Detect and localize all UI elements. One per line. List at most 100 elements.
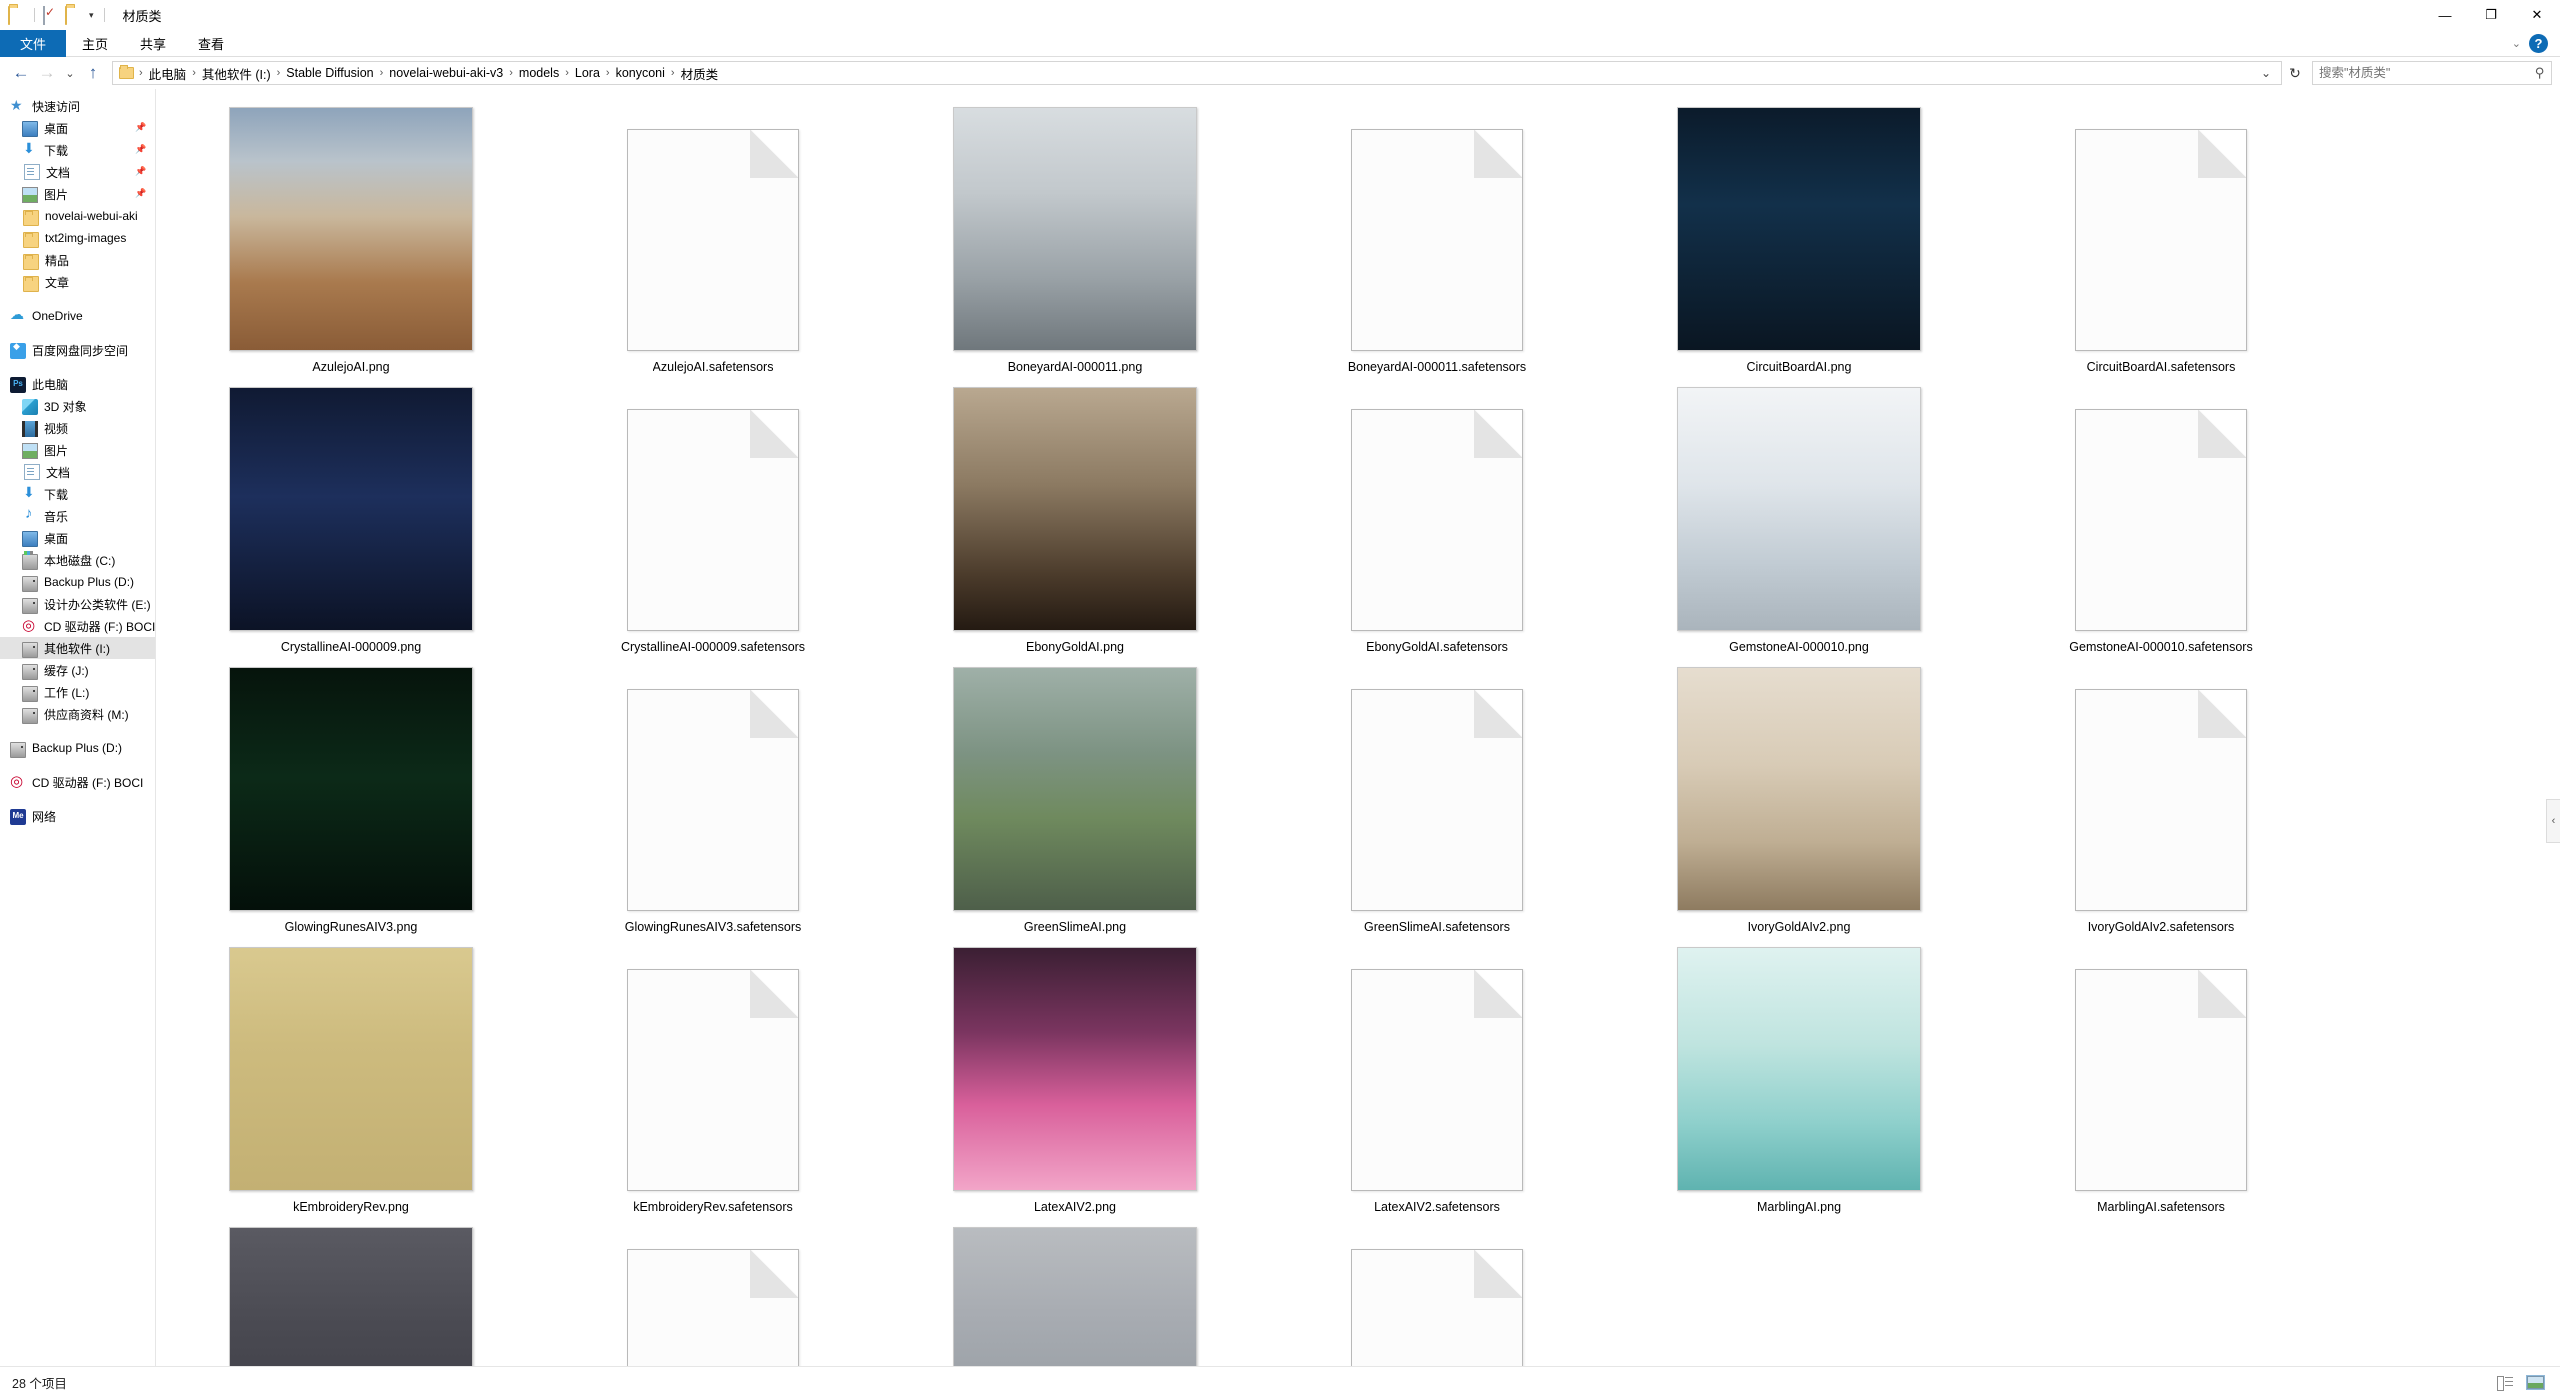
file-tile[interactable]: kEmbroideryRev.png [170,943,532,1223]
breadcrumb-novelai-webui[interactable]: novelai-webui-aki-v3 [385,64,507,82]
tab-share[interactable]: 共享 [124,30,182,57]
file-tile[interactable]: CrystallineAI-000009.safetensors [532,383,894,663]
sidebar-item-11[interactable]: Ps 此电脑 [0,373,155,395]
search-input[interactable] [2319,66,2536,80]
sidebar-item-22[interactable]: CD 驱动器 (F:) BOCI [0,615,155,637]
breadcrumb-separator[interactable]: › [669,67,677,79]
refresh-button[interactable]: ↻ [2282,61,2308,85]
sidebar-item-29[interactable]: Me 网络 [0,805,155,827]
back-button[interactable]: ← [8,60,34,86]
file-tile[interactable]: CircuitBoardAI.png [1618,103,1980,383]
thumbnails-view-button[interactable] [2522,1371,2548,1395]
collapse-pane-handle[interactable]: ‹ [2546,799,2560,843]
breadcrumb-separator[interactable]: › [507,67,515,79]
pin-icon[interactable]: 📌 [135,122,146,133]
sidebar-item-17[interactable]: 音乐 [0,505,155,527]
sidebar-item-10[interactable]: 百度网盘同步空间 [0,339,155,361]
sidebar-item-19[interactable]: 本地磁盘 (C:) [0,549,155,571]
file-tile[interactable]: WhiteSlimeAI.safetensors [1256,1223,1618,1366]
search-icon[interactable]: ⚲ [2535,65,2545,81]
sidebar-item-5[interactable]: novelai-webui-aki [0,205,155,227]
address-bar[interactable]: › 此电脑 › 其他软件 (I:) › Stable Diffusion › n… [112,61,2282,85]
expand-ribbon-icon[interactable]: ⌄ [2512,37,2521,50]
file-tile[interactable]: GemstoneAI-000010.png [1618,383,1980,663]
tab-view[interactable]: 查看 [182,30,240,57]
sidebar-item-28[interactable]: CD 驱动器 (F:) BOCI [0,771,155,793]
file-tile[interactable]: GlowingRunesAIV3.safetensors [532,663,894,943]
sidebar-item-7[interactable]: 精品 [0,249,155,271]
breadcrumb-this-pc[interactable]: 此电脑 [145,62,191,85]
sidebar-item-3[interactable]: 文档 📌 [0,161,155,183]
file-tile[interactable]: AzulejoAI.safetensors [532,103,894,383]
sidebar-item-23[interactable]: 其他软件 (I:) [0,637,155,659]
help-icon[interactable]: ? [2529,33,2548,53]
minimize-button[interactable]: — [2422,0,2468,30]
pin-icon[interactable]: 📌 [135,188,146,199]
file-tile[interactable]: StainedGlassAI-000006.png [170,1223,532,1366]
sidebar-item-8[interactable]: 文章 [0,271,155,293]
file-tile[interactable]: EbonyGoldAI.png [894,383,1256,663]
chevron-down-icon[interactable]: ▾ [87,10,96,21]
tab-home[interactable]: 主页 [66,30,124,57]
search-box[interactable]: ⚲ [2312,61,2552,85]
address-history-chevron-down-icon[interactable]: ⌄ [2255,62,2277,84]
pin-icon[interactable]: 📌 [135,166,146,177]
sidebar-item-14[interactable]: 图片 [0,439,155,461]
breadcrumb-separator[interactable]: › [190,67,198,79]
file-tile[interactable]: CircuitBoardAI.safetensors [1980,103,2342,383]
sidebar-item-20[interactable]: Backup Plus (D:) [0,571,155,593]
file-tile[interactable]: StainedGlassAI-000006.safetensors [532,1223,894,1366]
file-tile[interactable]: IvoryGoldAIv2.safetensors [1980,663,2342,943]
file-tile[interactable]: LatexAIV2.safetensors [1256,943,1618,1223]
breadcrumb-separator[interactable]: › [604,67,612,79]
file-tile[interactable]: BoneyardAI-000011.safetensors [1256,103,1618,383]
sidebar-item-4[interactable]: 图片 📌 [0,183,155,205]
sidebar-item-18[interactable]: 桌面 [0,527,155,549]
pin-icon[interactable]: 📌 [135,144,146,155]
sidebar-item-27[interactable]: Backup Plus (D:) [0,737,155,759]
breadcrumb-models[interactable]: models [515,64,563,82]
file-list-pane[interactable]: AzulejoAI.png AzulejoAI.safetensors Boneya… [156,89,2560,1366]
sidebar-item-2[interactable]: 下载 📌 [0,139,155,161]
sidebar-item-25[interactable]: 工作 (L:) [0,681,155,703]
sidebar-item-6[interactable]: txt2img-images [0,227,155,249]
details-view-button[interactable] [2492,1371,2518,1395]
breadcrumb-current-folder[interactable]: 材质类 [677,62,723,85]
sidebar-item-1[interactable]: 桌面 📌 [0,117,155,139]
file-tile[interactable]: GemstoneAI-000010.safetensors [1980,383,2342,663]
file-tile[interactable]: MarblingAI.safetensors [1980,943,2342,1223]
sidebar-item-0[interactable]: 快速访问 [0,95,155,117]
file-tile[interactable]: BoneyardAI-000011.png [894,103,1256,383]
file-tile[interactable]: GreenSlimeAI.safetensors [1256,663,1618,943]
file-tile[interactable]: AzulejoAI.png [170,103,532,383]
breadcrumb-lora[interactable]: Lora [571,64,604,82]
new-folder-icon[interactable] [65,6,83,25]
breadcrumb-separator[interactable]: › [275,67,283,79]
sidebar-item-15[interactable]: 文档 [0,461,155,483]
file-tile[interactable]: kEmbroideryRev.safetensors [532,943,894,1223]
file-tile[interactable]: LatexAIV2.png [894,943,1256,1223]
properties-icon[interactable] [43,6,61,25]
up-button[interactable]: ↑ [80,60,106,86]
file-tile[interactable]: IvoryGoldAIv2.png [1618,663,1980,943]
breadcrumb-separator[interactable]: › [563,67,571,79]
breadcrumb-separator[interactable]: › [378,67,386,79]
tab-file[interactable]: 文件 [0,30,67,57]
sidebar-item-26[interactable]: 供应商资料 (M:) [0,703,155,725]
sidebar-item-21[interactable]: 设计办公类软件 (E:) [0,593,155,615]
file-tile[interactable]: GlowingRunesAIV3.png [170,663,532,943]
sidebar-item-13[interactable]: 视频 [0,417,155,439]
breadcrumb-stable-diffusion[interactable]: Stable Diffusion [282,64,377,82]
file-tile[interactable]: EbonyGoldAI.safetensors [1256,383,1618,663]
maximize-button[interactable]: ❐ [2468,0,2514,30]
sidebar-item-12[interactable]: 3D 对象 [0,395,155,417]
file-tile[interactable]: WhiteSlimeAI.png [894,1223,1256,1366]
sidebar-item-24[interactable]: 缓存 (J:) [0,659,155,681]
recent-locations-icon[interactable]: ⌄ [60,60,80,86]
file-tile[interactable]: GreenSlimeAI.png [894,663,1256,943]
navigation-pane[interactable]: 快速访问桌面 📌 下载 📌 文档 📌 图片 📌 novelai-webui-aki txt2img… [0,89,156,1366]
file-tile[interactable]: CrystallineAI-000009.png [170,383,532,663]
sidebar-item-16[interactable]: 下载 [0,483,155,505]
breadcrumb-konyconi[interactable]: konyconi [612,64,669,82]
file-tile[interactable]: MarblingAI.png [1618,943,1980,1223]
